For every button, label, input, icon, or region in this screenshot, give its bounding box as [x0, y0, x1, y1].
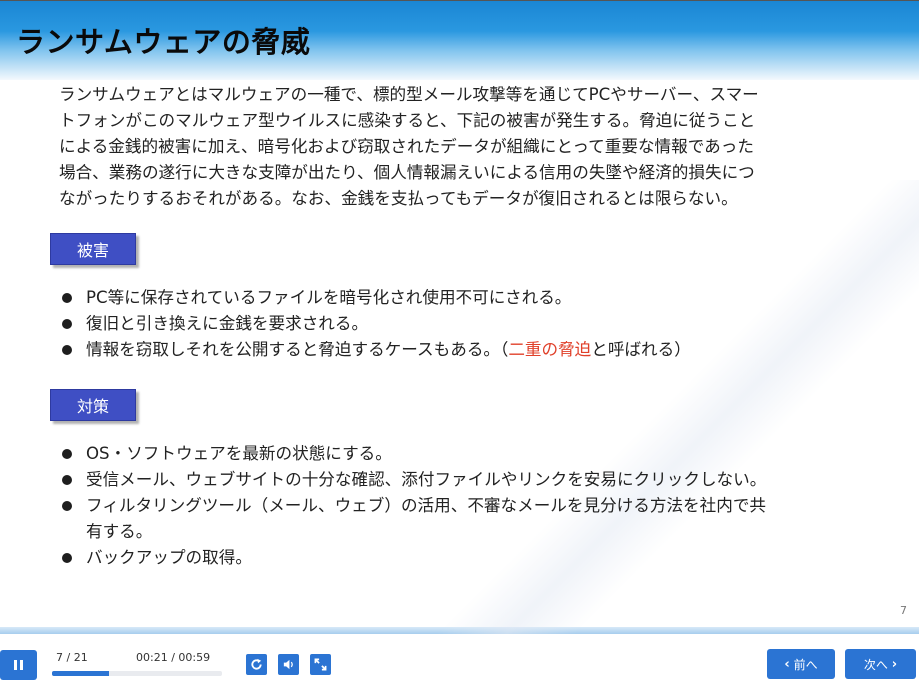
- damage-list: PC等に保存されているファイルを暗号化され使用不可にされる。 復旧と引き換えに金…: [62, 285, 872, 363]
- list-item: 復旧と引き換えに金銭を要求される。: [62, 311, 872, 337]
- list-item: バックアップの取得。: [62, 545, 872, 571]
- slide-counter: 7 / 21: [56, 651, 88, 664]
- list-item-text: フィルタリングツール（メール、ウェブ）の活用、不審なメールを見分ける方法を社内で…: [86, 496, 767, 515]
- list-item: 受信メール、ウェブサイトの十分な確認、添付ファイルやリンクを安易にクリックしない…: [62, 467, 872, 493]
- replay-button[interactable]: [246, 654, 267, 675]
- progress-fill: [52, 671, 109, 676]
- replay-icon: [251, 658, 262, 670]
- next-button[interactable]: 次へ ›: [845, 649, 916, 679]
- measures-list: OS・ソフトウェアを最新の状態にする。 受信メール、ウェブサイトの十分な確認、添…: [62, 441, 872, 571]
- slide-page-number: 7: [900, 604, 907, 617]
- slide: ランサムウェアの脅威 ランサムウェアとはマルウェアの一種で、標的型メール攻撃等を…: [0, 0, 919, 634]
- damage-section-label: 被害: [50, 233, 136, 265]
- intro-line: による金銭的被害に加え、暗号化および窃取されたデータが組織にとって重要な情報であ…: [59, 137, 754, 156]
- volume-button[interactable]: [278, 654, 299, 675]
- pause-button[interactable]: [0, 650, 37, 680]
- pause-icon: [20, 660, 23, 670]
- slide-title: ランサムウェアの脅威: [16, 25, 311, 59]
- chevron-right-icon: ›: [891, 656, 898, 672]
- intro-line: ながったりするおそれがある。なお、金銭を支払ってもデータが復旧されるとは限らない…: [59, 189, 738, 208]
- playback-timer: 00:21 / 00:59: [136, 651, 211, 664]
- slide-title-bar: ランサムウェアの脅威: [0, 0, 919, 80]
- list-item-text: 情報を窃取しそれを公開すると脅迫するケースもある。（: [86, 340, 509, 359]
- intro-line: トフォンがこのマルウェア型ウイルスに感染すると、下記の被害が発生する。脅迫に従う…: [59, 111, 756, 130]
- previous-button[interactable]: ‹ 前へ: [767, 649, 835, 679]
- progress-bar[interactable]: [52, 671, 222, 676]
- list-item-text: 有する。: [86, 522, 153, 541]
- chevron-left-icon: ‹: [784, 656, 790, 672]
- intro-paragraph: ランサムウェアとはマルウェアの一種で、標的型メール攻撃等を通じてPCやサーバー、…: [59, 82, 859, 212]
- intro-line: ランサムウェアとはマルウェアの一種で、標的型メール攻撃等を通じてPCやサーバー、…: [59, 85, 759, 104]
- list-item: 情報を窃取しそれを公開すると脅迫するケースもある。（二重の脅迫と呼ばれる）: [62, 337, 872, 363]
- fullscreen-button[interactable]: [310, 654, 331, 675]
- player-controls: 7 / 21 00:21 / 00:59 ‹ 前へ 次へ ›: [0, 635, 919, 695]
- fullscreen-icon: [314, 658, 327, 671]
- next-button-label: 次へ: [863, 657, 888, 672]
- intro-line: 場合、業務の遂行に大きな支障が出たり、個人情報漏えいによる信用の失墜や経済的損失…: [59, 163, 755, 182]
- list-item-text: と呼ばれる）: [591, 340, 691, 359]
- slide-divider: [0, 627, 919, 634]
- list-item: PC等に保存されているファイルを暗号化され使用不可にされる。: [62, 285, 872, 311]
- volume-icon: [283, 659, 293, 670]
- double-extortion-highlight: 二重の脅迫: [508, 340, 592, 359]
- pause-icon: [14, 660, 17, 670]
- list-item: フィルタリングツール（メール、ウェブ）の活用、不審なメールを見分ける方法を社内で…: [62, 493, 872, 545]
- measures-section-label: 対策: [50, 389, 136, 421]
- previous-button-label: 前へ: [793, 657, 818, 672]
- list-item: OS・ソフトウェアを最新の状態にする。: [62, 441, 872, 467]
